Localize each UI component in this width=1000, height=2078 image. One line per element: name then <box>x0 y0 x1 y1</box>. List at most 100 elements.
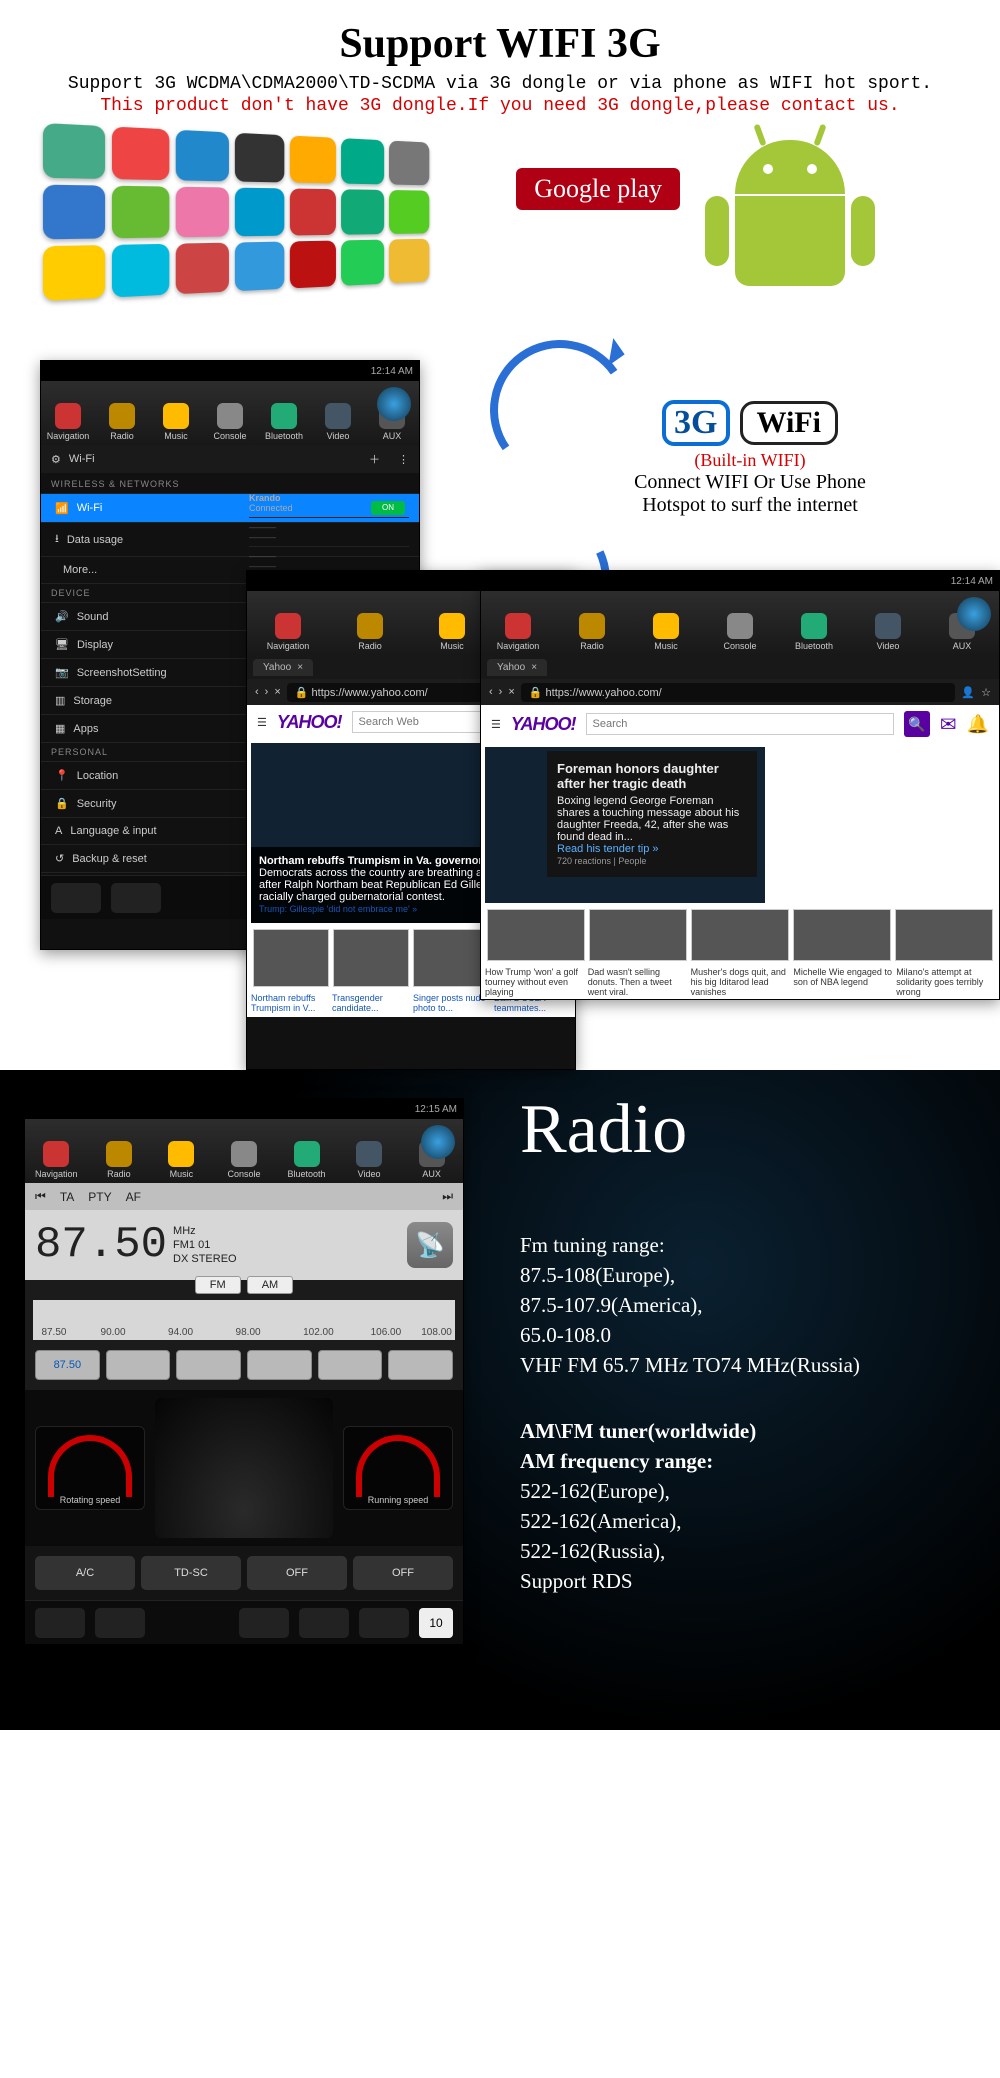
launcher-item[interactable]: Console <box>716 613 764 651</box>
hero-article[interactable]: Foreman honors daughter after her tragic… <box>485 747 765 903</box>
search-button[interactable]: 🔍 <box>904 711 930 737</box>
close-icon[interactable]: × <box>508 686 514 698</box>
preset-button[interactable] <box>247 1350 312 1380</box>
thumb[interactable] <box>589 909 687 961</box>
nav-home-icon[interactable] <box>51 883 101 913</box>
launcher-item[interactable]: Bluetooth <box>283 1141 331 1179</box>
bookmark-icon[interactable]: ☆ <box>981 686 991 699</box>
band-label: FM1 01 <box>173 1239 210 1251</box>
thumb[interactable] <box>691 909 789 961</box>
launcher-bar: Navigation Radio Music Console Bluetooth… <box>481 591 999 655</box>
menu-icon[interactable]: ☰ <box>257 716 267 729</box>
thumb-caption[interactable]: How Trump 'won' a golf tourney without e… <box>485 967 584 997</box>
wifi-network[interactable]: KrandoConnected <box>249 489 409 518</box>
af-button[interactable]: AF <box>126 1190 141 1204</box>
tick: 87.50 <box>41 1327 66 1338</box>
menu-icon[interactable]: ☰ <box>491 718 501 731</box>
nav-key[interactable] <box>95 1608 145 1638</box>
thumb-caption[interactable]: Dad wasn't selling donuts. Then a tweet … <box>588 967 687 997</box>
menu-icon[interactable]: ⋮ <box>398 453 409 466</box>
close-icon[interactable]: × <box>274 686 280 698</box>
wifi-network[interactable]: —————— <box>249 518 409 547</box>
preset-button[interactable] <box>106 1350 171 1380</box>
launcher-item[interactable]: Video <box>314 403 362 441</box>
thumb-caption[interactable]: Transgender candidate... <box>332 993 409 1013</box>
hero-link[interactable]: Trump: Gillespie 'did not embrace me' » <box>259 904 417 914</box>
hero-meta: 720 reactions | People <box>557 856 646 866</box>
thumb[interactable] <box>487 909 585 961</box>
ac-button[interactable]: OFF <box>353 1556 453 1590</box>
launcher-item[interactable]: Music <box>642 613 690 651</box>
forward-icon[interactable]: › <box>499 686 503 698</box>
launcher-item[interactable]: Music <box>152 403 200 441</box>
launcher-item[interactable]: Radio <box>568 613 616 651</box>
launcher-item[interactable]: Music <box>428 613 476 651</box>
close-icon[interactable]: × <box>531 662 537 673</box>
launcher-item[interactable]: Radio <box>98 403 146 441</box>
ta-button[interactable]: TA <box>60 1190 74 1204</box>
preset-button[interactable] <box>318 1350 383 1380</box>
back-icon[interactable]: ‹ <box>255 686 259 698</box>
search-input[interactable] <box>586 713 894 735</box>
ac-button[interactable]: OFF <box>247 1556 347 1590</box>
am-button[interactable]: AM <box>247 1276 294 1294</box>
prev-icon[interactable]: ⏮ <box>35 1189 46 1204</box>
power-icon[interactable] <box>421 1125 455 1159</box>
launcher-item[interactable]: Bluetooth <box>260 403 308 441</box>
preset-button[interactable]: 87.50 <box>35 1350 100 1380</box>
launcher-item[interactable]: Radio <box>95 1141 143 1179</box>
thumb-caption[interactable]: Singer posts nude photo to... <box>413 993 490 1013</box>
power-icon[interactable] <box>957 597 991 631</box>
next-icon[interactable]: ⏭ <box>442 1189 453 1204</box>
ac-button[interactable]: TD-SC <box>141 1556 241 1590</box>
nav-key[interactable] <box>299 1608 349 1638</box>
nav-key[interactable] <box>239 1608 289 1638</box>
launcher-item[interactable]: Navigation <box>44 403 92 441</box>
thumb[interactable] <box>895 909 993 961</box>
close-icon[interactable]: × <box>297 662 303 673</box>
launcher-item[interactable]: Video <box>864 613 912 651</box>
bell-icon[interactable]: 🔔 <box>967 714 989 735</box>
launcher-item[interactable]: Video <box>345 1141 393 1179</box>
thumb-caption[interactable]: Michelle Wie engaged to son of NBA legen… <box>793 967 892 997</box>
pty-button[interactable]: PTY <box>88 1190 111 1204</box>
fm-button[interactable]: FM <box>195 1276 241 1294</box>
launcher-item[interactable]: Navigation <box>264 613 312 651</box>
nav-key[interactable] <box>111 883 161 913</box>
hero-link[interactable]: Read his tender tip » <box>557 843 659 855</box>
tuning-ruler[interactable]: 87.50 90.00 94.00 98.00 102.00 106.00 10… <box>33 1300 455 1340</box>
forward-icon[interactable]: › <box>265 686 269 698</box>
browser-tab[interactable]: Yahoo× <box>253 659 313 676</box>
thumb[interactable] <box>253 929 329 987</box>
launcher-item[interactable]: Music <box>157 1141 205 1179</box>
launcher-item[interactable]: Navigation <box>32 1141 80 1179</box>
section-subtitle: Support 3G WCDMA\CDMA2000\TD-SCDMA via 3… <box>40 74 960 94</box>
radio-top-controls: ⏮ TA PTY AF ⏭ <box>25 1183 463 1210</box>
back-icon[interactable]: ‹ <box>489 686 493 698</box>
thumb[interactable] <box>413 929 489 987</box>
thumb[interactable] <box>793 909 891 961</box>
antenna-icon[interactable]: 📡 <box>407 1222 453 1268</box>
ac-button[interactable]: A/C <box>35 1556 135 1590</box>
url-field[interactable]: 🔒 https://www.yahoo.com/ <box>521 683 956 702</box>
power-icon[interactable] <box>377 387 411 421</box>
launcher-item[interactable]: Console <box>220 1141 268 1179</box>
nav-home-icon[interactable] <box>35 1608 85 1638</box>
add-network-icon[interactable]: ＋ <box>369 451 380 467</box>
mail-icon[interactable]: ✉ <box>940 712 957 737</box>
account-icon[interactable]: 👤 <box>961 686 975 699</box>
launcher-item[interactable]: Radio <box>346 613 394 651</box>
browser-tab[interactable]: Yahoo× <box>487 659 547 676</box>
volume-value[interactable]: 10 <box>419 1608 453 1638</box>
thumb-caption[interactable]: Northam rebuffs Trumpism in V... <box>251 993 328 1013</box>
launcher-item[interactable]: Navigation <box>494 613 542 651</box>
launcher-item[interactable]: Bluetooth <box>790 613 838 651</box>
thumb[interactable] <box>333 929 409 987</box>
preset-button[interactable] <box>176 1350 241 1380</box>
thumb-caption[interactable]: Musher's dogs quit, and his big Iditarod… <box>691 967 790 997</box>
thumb-caption[interactable]: Milano's attempt at solidarity goes terr… <box>896 967 995 997</box>
wifi-icon: 📶 <box>55 502 69 515</box>
launcher-item[interactable]: Console <box>206 403 254 441</box>
nav-key[interactable] <box>359 1608 409 1638</box>
preset-button[interactable] <box>388 1350 453 1380</box>
